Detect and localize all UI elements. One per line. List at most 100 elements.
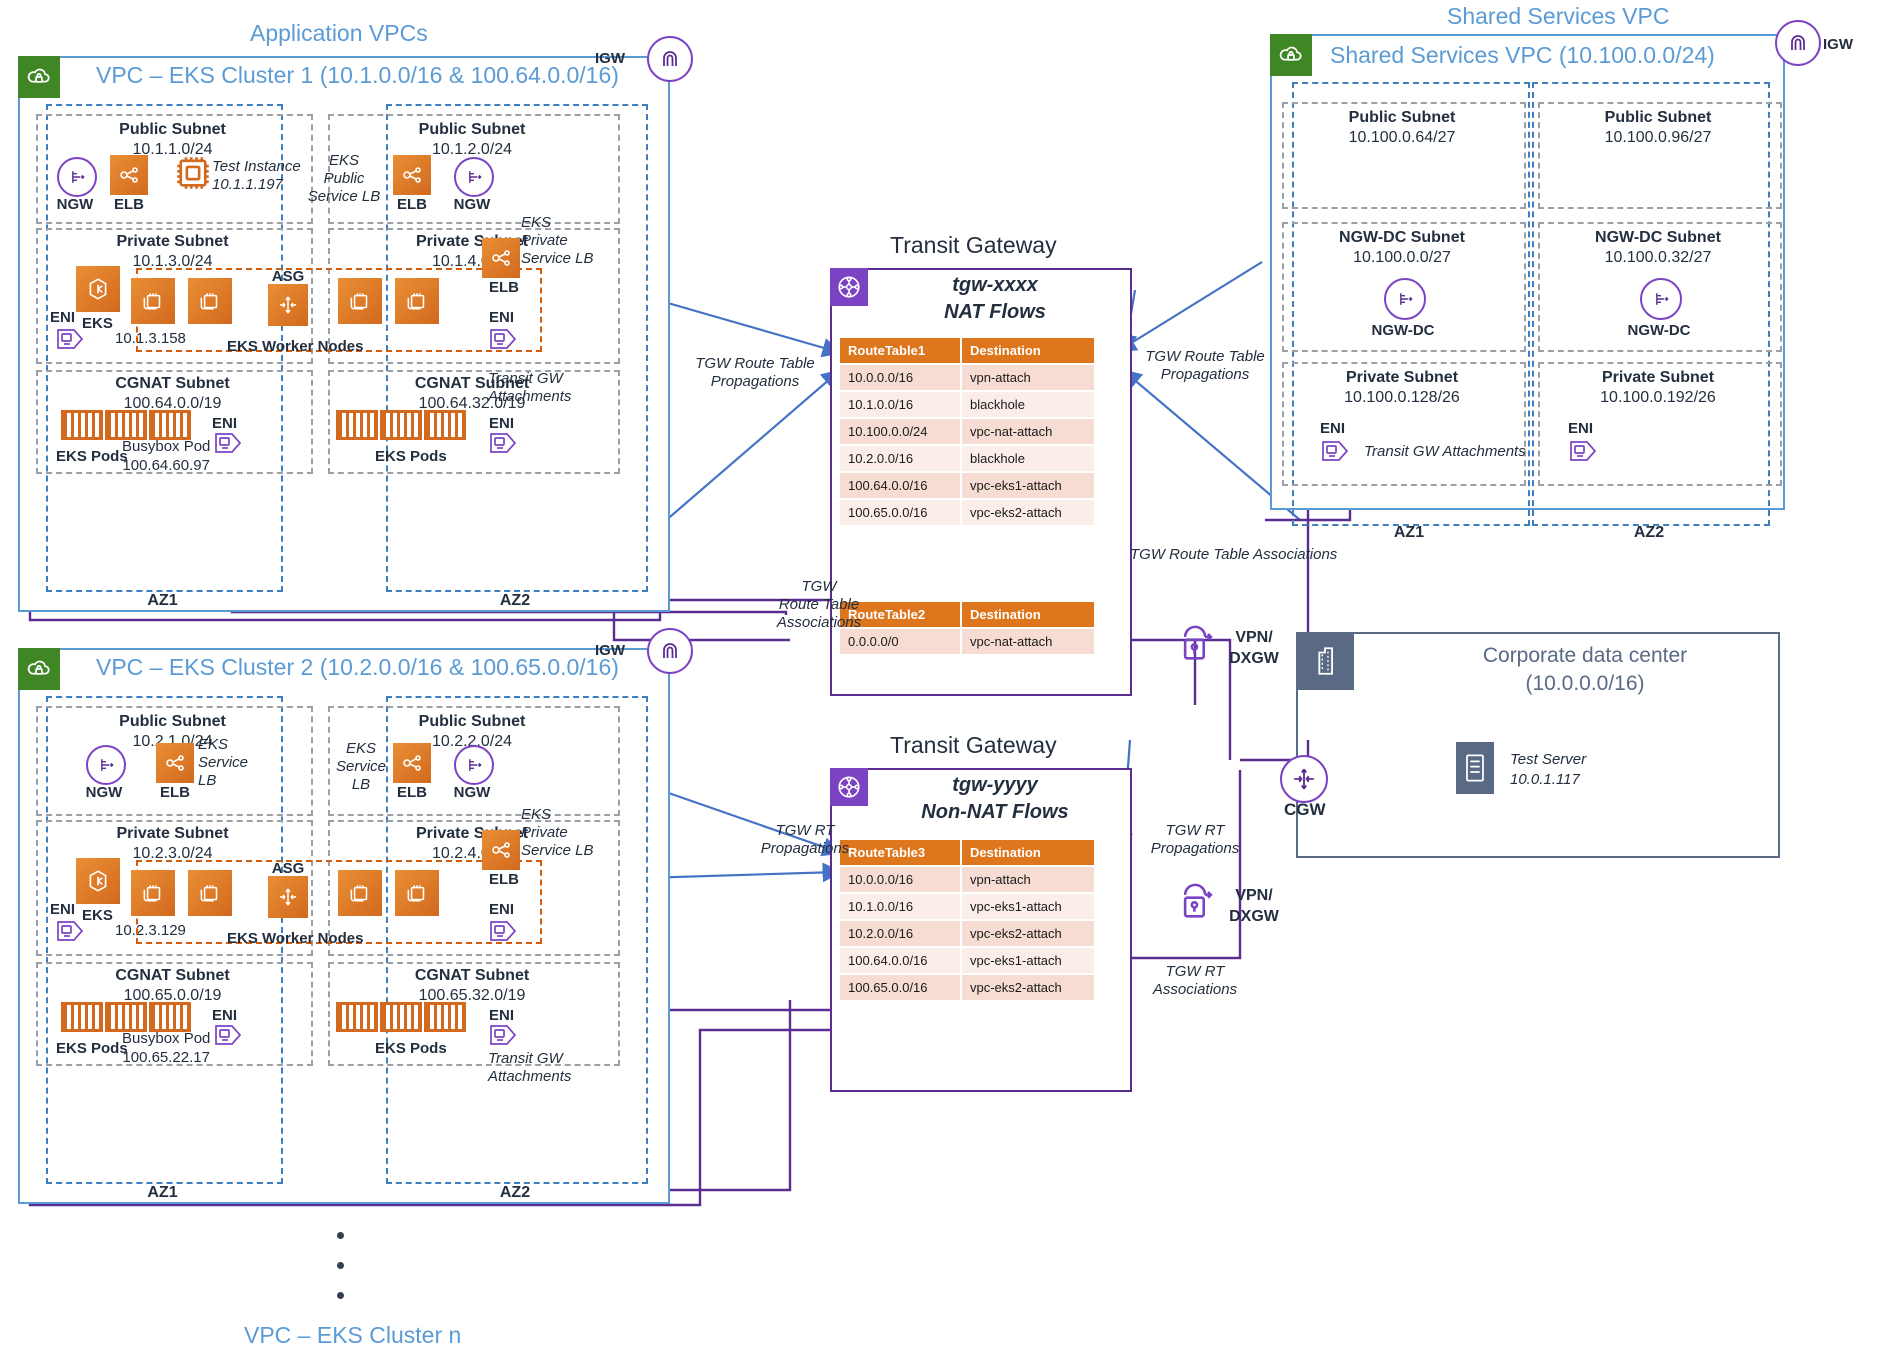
nat-gateway-icon[interactable] xyxy=(86,745,126,785)
test-server-label: Test Server 10.0.1.117 xyxy=(1510,751,1587,788)
annotation-tgw-associations-left: TGW Route Table Associations xyxy=(776,578,862,631)
elastic-load-balancer-icon[interactable] xyxy=(110,155,148,195)
tgw2-routetable3[interactable]: RouteTable3 Destination 10.0.0.0/16 vpn-a… xyxy=(838,838,1096,1002)
vpc1-cgnat1-name: CGNAT Subnet xyxy=(115,375,230,392)
eks-pod-icon[interactable] xyxy=(336,1002,378,1032)
internet-gateway-icon[interactable] xyxy=(1775,20,1821,66)
vpc2-az1-label: AZ1 xyxy=(147,1184,178,1201)
tgw2-flows: Non-NAT Flows xyxy=(921,801,1069,823)
internet-gateway-icon[interactable] xyxy=(647,36,693,82)
annotation-tgw-rt-propagations-right-2: TGW RT Propagations xyxy=(1150,822,1240,857)
rt2-header-dest: Destination xyxy=(962,602,1094,627)
vpc1-cgnat2-pods-label: EKS Pods xyxy=(375,448,447,465)
eni-icon[interactable] xyxy=(1568,438,1600,469)
annotation-tgw-propagations-left-1: TGW Route Table Propagations xyxy=(695,355,815,390)
shared-ngwdc1-name: NGW-DC Subnet xyxy=(1339,229,1465,246)
eks-pod-icon[interactable] xyxy=(149,1002,191,1032)
rt1-cidr: 10.100.0.0/24 xyxy=(840,419,960,444)
tgw1-routetable1[interactable]: RouteTable1 Destination 10.0.0.0/16 vpn-a… xyxy=(838,336,1096,527)
ec2-worker-node-icon[interactable] xyxy=(188,870,232,916)
eni-icon[interactable] xyxy=(488,430,520,461)
vpc1-worker-nodes-label: EKS Worker Nodes xyxy=(227,338,364,355)
rt1-header-dest: Destination xyxy=(962,338,1094,363)
customer-gateway-icon[interactable] xyxy=(1280,755,1328,803)
ec2-worker-node-icon[interactable] xyxy=(395,278,439,324)
rt3-header-dest: Destination xyxy=(962,840,1094,865)
vpc1-cgnat2-name: CGNAT Subnet xyxy=(414,375,530,392)
shared-private1-cidr: 10.100.0.128/26 xyxy=(1344,389,1460,406)
table-row: 100.65.0.0/16 vpc-eks2-attach xyxy=(840,975,1094,1000)
vpn-dxgw-icon[interactable] xyxy=(1178,622,1218,671)
shared-private1-name: Private Subnet xyxy=(1345,369,1459,386)
shared-ngwdc1-label: NGW-DC xyxy=(1371,322,1435,339)
vpc2-cgnat1-pods-label: EKS Pods xyxy=(56,1040,128,1057)
eni-icon[interactable] xyxy=(213,1022,245,1053)
test-server-icon xyxy=(1456,742,1494,794)
eks-pod-icon[interactable] xyxy=(380,410,422,440)
vpc1-public1-name: Public Subnet xyxy=(119,121,226,138)
table-row: 0.0.0.0/0 vpc-nat-attach xyxy=(840,629,1094,654)
eni-icon[interactable] xyxy=(488,1022,520,1053)
eks-pod-icon[interactable] xyxy=(336,410,378,440)
vpc1-cgnat1-pods-label: EKS Pods xyxy=(56,448,128,465)
elastic-load-balancer-icon[interactable] xyxy=(482,238,520,278)
vpc2-az2-label: AZ2 xyxy=(499,1184,531,1201)
eni-icon[interactable] xyxy=(213,430,245,461)
eks-pod-icon[interactable] xyxy=(105,410,147,440)
table-row: 100.65.0.0/16 vpc-eks2-attach xyxy=(840,500,1094,525)
eks-icon[interactable] xyxy=(76,858,120,904)
ec2-worker-node-icon[interactable] xyxy=(131,870,175,916)
ec2-worker-node-icon[interactable] xyxy=(188,278,232,324)
internet-gateway-icon[interactable] xyxy=(647,628,693,674)
nat-gateway-icon[interactable] xyxy=(454,157,494,197)
eni-icon[interactable] xyxy=(488,326,520,357)
eni-icon[interactable] xyxy=(55,918,87,949)
eks-pod-icon[interactable] xyxy=(380,1002,422,1032)
vpc2-private2-eni-label: ENI xyxy=(489,901,515,918)
rt1-cidr: 100.64.0.0/16 xyxy=(840,473,960,498)
table-row: 10.2.0.0/16 vpc-eks2-attach xyxy=(840,921,1094,946)
table-row: 100.64.0.0/16 vpc-eks1-attach xyxy=(840,948,1094,973)
table-row: 10.1.0.0/16 blackhole xyxy=(840,392,1094,417)
ec2-worker-node-icon[interactable] xyxy=(338,278,382,324)
eks-pod-icon[interactable] xyxy=(61,410,103,440)
nat-gateway-icon[interactable] xyxy=(454,745,494,785)
transit-gateway-icon[interactable] xyxy=(830,268,868,306)
vpc2-title: VPC – EKS Cluster 2 (10.2.0.0/16 & 100.6… xyxy=(96,654,619,680)
nat-gateway-dc-icon[interactable] xyxy=(1640,278,1682,320)
shared-public2-name: Public Subnet xyxy=(1604,109,1712,126)
rt3-cidr: 100.64.0.0/16 xyxy=(840,948,960,973)
elastic-load-balancer-icon[interactable] xyxy=(156,743,194,783)
eni-icon[interactable] xyxy=(1320,438,1352,469)
vpc1-igw-label: IGW xyxy=(595,50,625,67)
eks-icon[interactable] xyxy=(76,266,120,312)
shared-ngwdc2-name: NGW-DC Subnet xyxy=(1595,229,1721,246)
elastic-load-balancer-icon[interactable] xyxy=(482,830,520,870)
eks-pod-icon[interactable] xyxy=(424,410,466,440)
eni-icon[interactable] xyxy=(488,918,520,949)
nat-gateway-dc-icon[interactable] xyxy=(1384,278,1426,320)
rt3-cidr: 100.65.0.0/16 xyxy=(840,975,960,1000)
eks-pod-icon[interactable] xyxy=(105,1002,147,1032)
eks-pod-icon[interactable] xyxy=(61,1002,103,1032)
test-instance-icon[interactable] xyxy=(172,152,214,194)
vpc2-public2-elb-label: ELB xyxy=(397,784,427,801)
ec2-worker-node-icon[interactable] xyxy=(131,278,175,324)
eni-icon[interactable] xyxy=(55,326,87,357)
eks-pod-icon[interactable] xyxy=(424,1002,466,1032)
autoscaling-group-icon[interactable] xyxy=(268,876,308,918)
elastic-load-balancer-icon[interactable] xyxy=(393,155,431,195)
elastic-load-balancer-icon[interactable] xyxy=(393,743,431,783)
autoscaling-group-icon[interactable] xyxy=(268,284,308,326)
eks-pod-icon[interactable] xyxy=(149,410,191,440)
vpc1-transit-gw-attachments-label: Transit GW Attachments xyxy=(488,370,572,405)
shared-vpc-title: Shared Services VPC (10.100.0.0/24) xyxy=(1330,42,1715,68)
nat-gateway-icon[interactable] xyxy=(57,157,97,197)
table-row: 10.1.0.0/16 vpc-eks1-attach xyxy=(840,894,1094,919)
ec2-worker-node-icon[interactable] xyxy=(395,870,439,916)
vpn-dxgw-icon[interactable] xyxy=(1178,880,1218,929)
transit-gateway-icon[interactable] xyxy=(830,768,868,806)
ec2-worker-node-icon[interactable] xyxy=(338,870,382,916)
shared-public1-name: Public Subnet xyxy=(1348,109,1456,126)
vpc1-eks-public-service-lb-label: EKS Public Service LB xyxy=(307,152,381,205)
